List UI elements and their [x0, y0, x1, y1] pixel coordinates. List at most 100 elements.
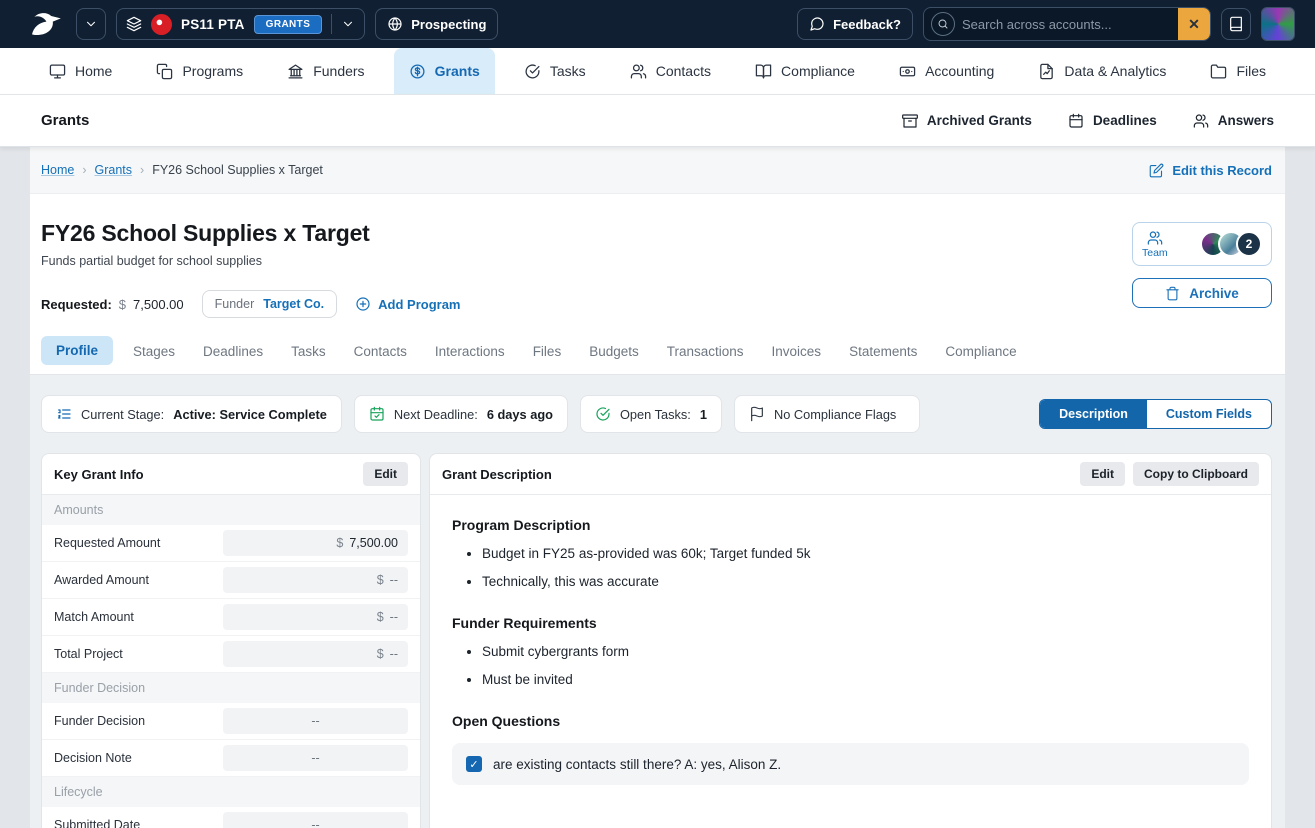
status-pill-value: 6 days ago	[487, 407, 553, 422]
nav-item-label: Data & Analytics	[1064, 63, 1166, 79]
status-pills: Current Stage:Active: Service CompleteNe…	[41, 395, 920, 433]
breadcrumb-separator: ›	[140, 163, 144, 177]
org-name: PS11 PTA	[181, 17, 245, 32]
record-tabs: ProfileStagesDeadlinesTasksContactsInter…	[30, 334, 1285, 375]
status-pill-current-stage: Current Stage:Active: Service Complete	[41, 395, 342, 433]
org-selector[interactable]: PS11 PTA GRANTS	[116, 8, 365, 40]
edit-record-button[interactable]: Edit this Record	[1149, 163, 1272, 178]
record-meta-row: Requested: $ 7,500.00 Funder Target Co. …	[41, 290, 460, 318]
key-info-edit-button[interactable]: Edit	[363, 462, 408, 486]
field-value: --	[223, 812, 408, 828]
workspace-switcher-button[interactable]	[76, 8, 106, 40]
page-title: FY26 School Supplies x Target	[41, 220, 460, 247]
archive-button[interactable]: Archive	[1132, 278, 1272, 308]
description-heading: Funder Requirements	[452, 615, 1249, 631]
breadcrumb-item-grants[interactable]: Grants	[95, 163, 133, 177]
status-pill-label: No Compliance Flags	[774, 407, 896, 422]
team-label: Team	[1142, 247, 1168, 259]
banknote-icon	[899, 63, 916, 80]
nav-item-home[interactable]: Home	[34, 48, 127, 94]
divider	[331, 14, 332, 34]
section-bar: Grants Archived Grants Deadlines Answers	[0, 95, 1315, 147]
key-info-row: Requested Amount$7,500.00	[42, 525, 420, 562]
key-grant-info-card: Key Grant Info Edit AmountsRequested Amo…	[41, 453, 421, 828]
funder-label: Funder	[215, 297, 255, 311]
secbar-action-answers[interactable]: Answers	[1193, 113, 1274, 129]
section-title: Grants	[41, 112, 89, 129]
toggle-custom-fields[interactable]: Custom Fields	[1147, 400, 1271, 428]
copy-to-clipboard-button[interactable]: Copy to Clipboard	[1133, 462, 1259, 486]
chevron-down-icon	[341, 17, 355, 31]
feedback-button[interactable]: Feedback?	[797, 8, 913, 40]
tab-interactions[interactable]: Interactions	[422, 334, 518, 374]
tab-contacts[interactable]: Contacts	[341, 334, 420, 374]
add-program-button[interactable]: Add Program	[355, 296, 460, 312]
secbar-action-deadlines[interactable]: Deadlines	[1068, 113, 1157, 129]
key-info-row: Awarded Amount$--	[42, 562, 420, 599]
calendar-icon	[1068, 113, 1084, 129]
copy-icon	[156, 63, 173, 80]
field-value-text: --	[311, 714, 319, 728]
nav-item-accounting[interactable]: Accounting	[884, 48, 1009, 94]
team-card[interactable]: Team 2	[1132, 222, 1272, 266]
check-circle-icon	[524, 63, 541, 80]
tab-transactions[interactable]: Transactions	[654, 334, 757, 374]
bullet-list: Submit cybergrants formMust be invited	[452, 644, 1249, 687]
profile-content: Current Stage:Active: Service CompleteNe…	[30, 375, 1285, 828]
top-bar: PS11 PTA GRANTS Prospecting Feedback? ✕	[0, 0, 1315, 48]
tab-stages[interactable]: Stages	[120, 334, 188, 374]
field-value: --	[223, 745, 408, 771]
nav-item-data-analytics[interactable]: Data & Analytics	[1023, 48, 1181, 94]
monitor-icon	[49, 63, 66, 80]
page-content: Home › Grants › FY26 School Supplies x Targe…	[30, 147, 1285, 828]
team-avatar-stack: 2	[1200, 231, 1262, 257]
bullet-item: Must be invited	[482, 672, 1249, 687]
question-checkbox[interactable]: ✓	[466, 756, 482, 772]
tab-budgets[interactable]: Budgets	[576, 334, 652, 374]
field-value: $--	[223, 641, 408, 667]
nav-item-label: Programs	[182, 63, 243, 79]
nav-item-programs[interactable]: Programs	[141, 48, 258, 94]
tab-tasks[interactable]: Tasks	[278, 334, 339, 374]
search-clear-button[interactable]: ✕	[1178, 8, 1210, 40]
nav-item-grants[interactable]: Grants	[394, 48, 495, 94]
layers-icon	[126, 16, 142, 32]
prospecting-button[interactable]: Prospecting	[375, 8, 498, 40]
currency-symbol: $	[377, 610, 384, 624]
archive-label: Archive	[1189, 286, 1239, 301]
archive-icon	[902, 113, 918, 129]
funder-link[interactable]: Target Co.	[263, 297, 324, 311]
field-value: $--	[223, 567, 408, 593]
nav-item-funders[interactable]: Funders	[272, 48, 379, 94]
user-avatar[interactable]	[1261, 7, 1295, 41]
field-value: $7,500.00	[223, 530, 408, 556]
nav-item-files[interactable]: Files	[1195, 48, 1281, 94]
nav-item-tasks[interactable]: Tasks	[509, 48, 601, 94]
tab-deadlines[interactable]: Deadlines	[190, 334, 276, 374]
secbar-action-archived-grants[interactable]: Archived Grants	[902, 113, 1032, 129]
field-value-text: 7,500.00	[349, 536, 398, 550]
chevron-down-icon	[84, 17, 98, 31]
dollar-circle-icon	[409, 63, 426, 80]
toggle-description[interactable]: Description	[1040, 400, 1147, 428]
users-icon	[630, 63, 647, 80]
search-input[interactable]	[962, 17, 1178, 32]
breadcrumb-item-fy26-school-supplies-x-target: FY26 School Supplies x Target	[152, 163, 323, 177]
help-journal-button[interactable]	[1221, 8, 1251, 40]
tab-compliance[interactable]: Compliance	[932, 334, 1029, 374]
tab-files[interactable]: Files	[520, 334, 575, 374]
breadcrumb-separator: ›	[82, 163, 86, 177]
breadcrumb-item-home[interactable]: Home	[41, 163, 74, 177]
tab-invoices[interactable]: Invoices	[759, 334, 835, 374]
tab-statements[interactable]: Statements	[836, 334, 930, 374]
nav-item-compliance[interactable]: Compliance	[740, 48, 870, 94]
status-pill-value: 1	[700, 407, 707, 422]
tab-profile[interactable]: Profile	[41, 336, 113, 365]
description-body: Program DescriptionBudget in FY25 as-pro…	[430, 495, 1271, 828]
trash-icon	[1165, 286, 1180, 301]
description-edit-button[interactable]: Edit	[1080, 462, 1125, 486]
grant-description-card: Grant Description Edit Copy to Clipboard…	[429, 453, 1272, 828]
key-info-section-header: Funder Decision	[42, 673, 420, 703]
nav-item-label: Compliance	[781, 63, 855, 79]
nav-item-contacts[interactable]: Contacts	[615, 48, 726, 94]
